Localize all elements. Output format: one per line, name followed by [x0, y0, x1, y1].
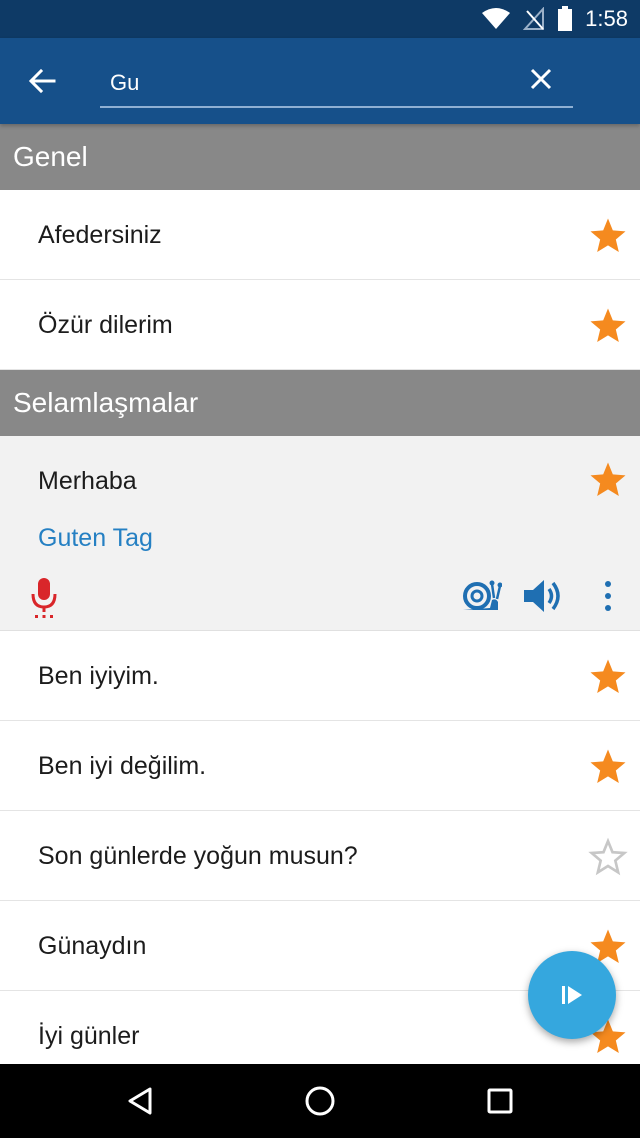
search-field [100, 60, 573, 108]
no-signal-icon [523, 7, 545, 30]
translation-text: Guten Tag [38, 524, 153, 552]
expanded-list-item[interactable]: Merhaba Guten Tag [0, 436, 640, 631]
phrase-label: Ben iyiyim. [38, 662, 159, 690]
home-circle-icon [305, 1086, 335, 1116]
phrase-list: Genel Afedersiniz Özür dilerim Selamlaşm… [0, 124, 640, 1064]
play-slow-icon [562, 986, 582, 1004]
more-vert-icon[interactable] [598, 578, 618, 614]
back-button[interactable] [14, 56, 70, 106]
phrase-label: Afedersiniz [38, 221, 162, 249]
system-nav-bar [0, 1064, 640, 1138]
section-header-genel: Genel [0, 124, 640, 190]
list-item[interactable]: Ben iyiyim. [0, 631, 640, 721]
status-bar: 1:58 [0, 0, 640, 38]
star-filled-icon[interactable] [588, 306, 628, 346]
list-item[interactable]: Afedersiniz [0, 190, 640, 280]
close-icon [530, 68, 552, 90]
battery-icon [558, 6, 573, 31]
clear-search-button[interactable] [520, 58, 562, 100]
play-slow-fab[interactable] [528, 951, 616, 1039]
arrow-back-icon [28, 68, 56, 94]
status-time: 1:58 [585, 6, 628, 31]
star-filled-icon[interactable] [588, 657, 628, 697]
star-filled-icon[interactable] [588, 460, 628, 500]
phrase-label: Merhaba [38, 467, 137, 495]
nav-recents-button[interactable] [480, 1081, 520, 1121]
phrase-label: Özür dilerim [38, 311, 173, 339]
list-item[interactable]: Son günlerde yoğun musun? [0, 811, 640, 901]
list-item[interactable]: Ben iyi değilim. [0, 721, 640, 811]
search-input[interactable] [110, 64, 510, 102]
phrase-label: Son günlerde yoğun musun? [38, 842, 358, 870]
star-outline-icon[interactable] [588, 837, 628, 877]
app-bar [0, 38, 640, 124]
section-header-selamlasmalar: Selamlaşmalar [0, 370, 640, 436]
phrase-label: İyi günler [38, 1022, 140, 1050]
back-triangle-icon [128, 1087, 152, 1115]
status-icons: 1:58 [481, 0, 628, 38]
list-item[interactable]: Özür dilerim [0, 280, 640, 370]
snail-slow-audio-icon[interactable] [460, 578, 502, 614]
recents-square-icon [487, 1088, 513, 1114]
speaker-icon[interactable] [522, 576, 566, 616]
wifi-icon [482, 8, 511, 29]
star-filled-icon[interactable] [588, 747, 628, 787]
microphone-icon[interactable] [26, 576, 62, 620]
nav-back-button[interactable] [120, 1081, 160, 1121]
star-filled-icon[interactable] [588, 216, 628, 256]
phrase-label: Günaydın [38, 932, 147, 960]
phrase-label: Ben iyi değilim. [38, 752, 207, 780]
nav-home-button[interactable] [300, 1081, 340, 1121]
